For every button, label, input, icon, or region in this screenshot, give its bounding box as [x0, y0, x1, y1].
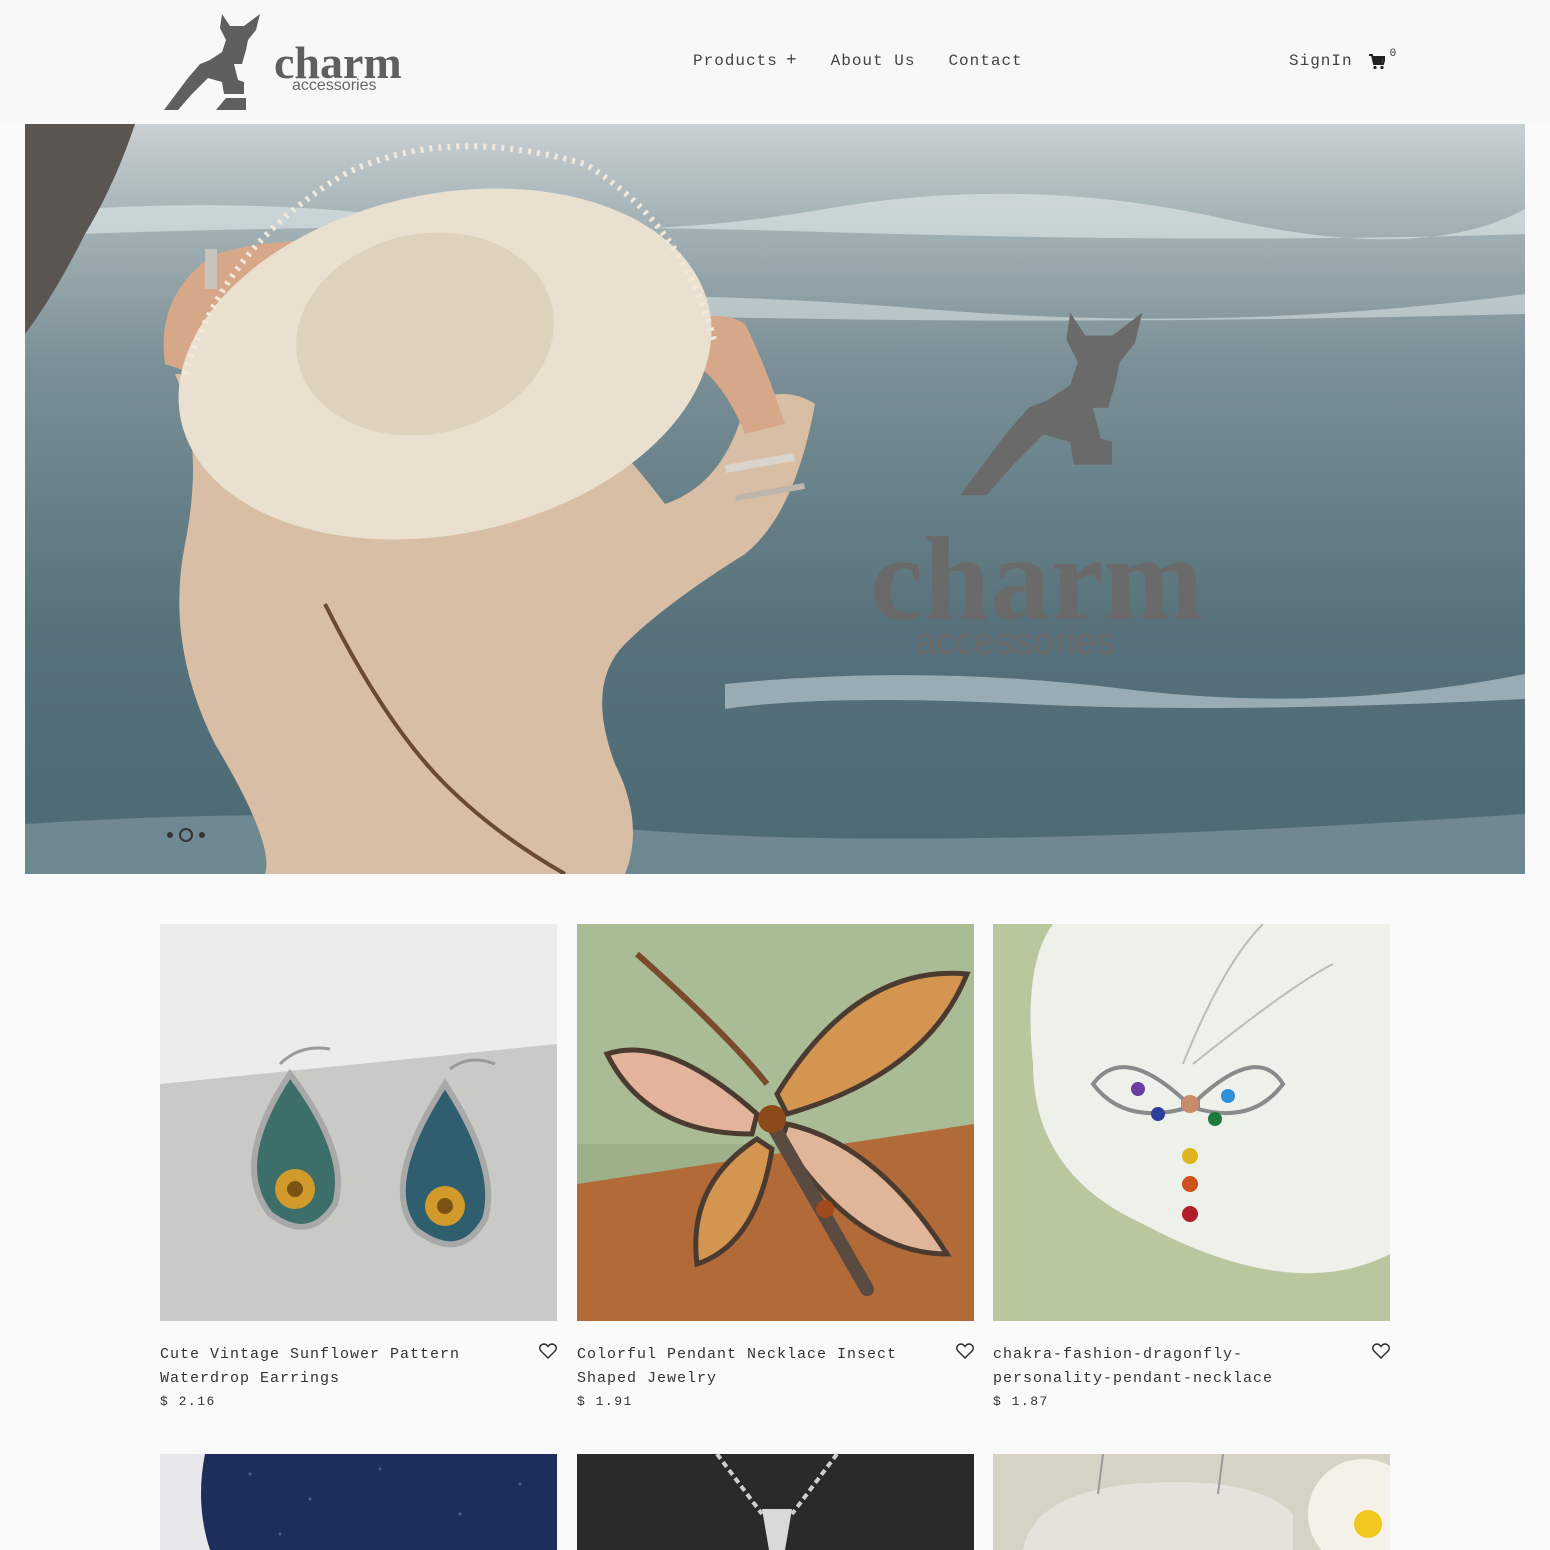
hero-banner: charm accessories [25, 124, 1525, 874]
product-card[interactable]: chakra-fashion-dragonfly-personality-pen… [993, 924, 1390, 1409]
nav-about-label: About Us [830, 52, 916, 70]
product-image-dragonfly-pendant[interactable] [577, 924, 974, 1321]
hero-brand-mark: charm accessories [870, 312, 1203, 663]
product-image-chakra-dragonfly-necklace[interactable] [993, 924, 1390, 1321]
signin-link[interactable]: SignIn [1289, 52, 1353, 70]
carousel-dots [167, 828, 205, 842]
product-image-row2-1[interactable] [160, 1454, 557, 1550]
heart-icon[interactable] [956, 1342, 974, 1360]
nav-products-label: Products [693, 52, 778, 70]
product-price: $ 1.91 [577, 1394, 633, 1409]
product-image-sunflower-earrings[interactable] [160, 924, 557, 1321]
product-card[interactable]: Colorful Pendant Necklace Insect Shaped … [577, 924, 974, 1409]
product-price: $ 1.87 [993, 1394, 1049, 1409]
cart-count-badge: 0 [1389, 48, 1398, 60]
nav-contact[interactable]: Contact [948, 52, 1022, 70]
heart-icon[interactable] [539, 1342, 557, 1360]
cart-icon [1368, 54, 1386, 70]
plus-icon: + [785, 51, 798, 71]
heart-icon[interactable] [1372, 1342, 1390, 1360]
product-image-row2-2[interactable] [577, 1454, 974, 1550]
product-name[interactable]: chakra-fashion-dragonfly-personality-pen… [993, 1343, 1353, 1391]
product-name[interactable]: Colorful Pendant Necklace Insect Shaped … [577, 1343, 937, 1391]
cart-button[interactable]: 0 [1368, 48, 1396, 72]
product-price: $ 2.16 [160, 1394, 216, 1409]
nav-contact-label: Contact [948, 52, 1023, 70]
kangaroo-logo-icon [164, 14, 260, 110]
woman-figure [163, 143, 815, 874]
carousel-dot-1[interactable] [167, 832, 173, 838]
brand-logo[interactable]: charm accessories [164, 12, 424, 112]
nav-about-us[interactable]: About Us [831, 52, 916, 70]
account-area: SignIn 0 [1289, 48, 1396, 72]
main-nav: Products + About Us Contact [693, 52, 1023, 70]
carousel-dot-2[interactable] [179, 828, 193, 842]
hero-brand-sub: accessories [915, 621, 1116, 663]
carousel-dot-3[interactable] [199, 832, 205, 838]
hero-image: charm accessories [25, 124, 1525, 874]
site-header: charm accessories Products + About Us Co… [0, 0, 1550, 124]
product-name[interactable]: Cute Vintage Sunflower Pattern Waterdrop… [160, 1343, 520, 1391]
brand-logo-sub: accessories [292, 77, 376, 94]
nav-products[interactable]: Products + [693, 52, 798, 70]
product-card[interactable]: Cute Vintage Sunflower Pattern Waterdrop… [160, 924, 557, 1409]
product-image-row2-3[interactable] [993, 1454, 1390, 1550]
